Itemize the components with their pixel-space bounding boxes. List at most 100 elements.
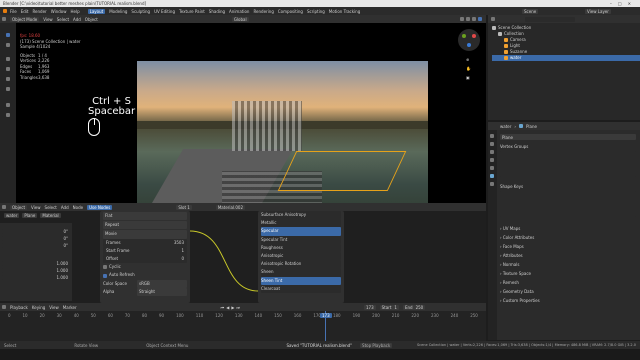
tab-rendering[interactable]: Rendering: [253, 9, 273, 14]
camera-view-icon[interactable]: ▣: [466, 73, 471, 82]
auto-refresh-checkbox[interactable]: Auto Refresh: [103, 271, 187, 279]
pan-icon[interactable]: ✋: [466, 64, 471, 73]
principled-bsdf-node[interactable]: Subsurface Anisotropy Metallic Specular …: [258, 211, 344, 303]
menu-file[interactable]: File: [10, 9, 17, 14]
timeline[interactable]: 0 10 20 30 40 50 60 70 80 90 100 110 120 130 140 150 160…: [0, 311, 486, 341]
move-tool-icon[interactable]: [6, 57, 10, 61]
outliner-type-icon[interactable]: [491, 17, 495, 21]
timeline-menu-view[interactable]: View: [49, 305, 59, 310]
rotation-y-field[interactable]: 0°: [2, 236, 68, 241]
source-select[interactable]: Movie: [103, 230, 187, 239]
rendered-shading-icon[interactable]: [478, 17, 482, 21]
scale-y-field[interactable]: 1.000: [2, 268, 68, 273]
breadcrumb-plane[interactable]: Plane: [22, 213, 38, 218]
slot-selector[interactable]: Slot 1: [176, 204, 192, 210]
timeline-type-icon[interactable]: [2, 305, 6, 309]
panel-texture-space[interactable]: › Texture Space: [500, 269, 636, 278]
measure-tool-icon[interactable]: [6, 113, 10, 117]
panel-face-maps[interactable]: › Face Maps: [500, 242, 636, 251]
panel-custom-properties[interactable]: › Custom Properties: [500, 296, 636, 305]
frames-field[interactable]: Frames 3503: [103, 238, 187, 247]
end-frame-input[interactable]: End 250: [402, 304, 426, 310]
bsdf-anisotropic[interactable]: Anisotropic: [261, 252, 341, 261]
viewport-menu-add[interactable]: Add: [73, 17, 81, 22]
blender-logo-icon[interactable]: [3, 9, 7, 13]
mode-selector[interactable]: Object Mode: [10, 16, 40, 22]
tab-animation[interactable]: Animation: [229, 9, 249, 14]
tab-modeling[interactable]: Modeling: [109, 9, 127, 14]
jump-start-icon[interactable]: ⏮: [221, 305, 225, 310]
orientation-selector[interactable]: Global: [231, 16, 249, 22]
viewport-menu-select[interactable]: Select: [57, 17, 69, 22]
bsdf-anisotropic-rotation[interactable]: Anisotropic Rotation: [261, 260, 341, 269]
data-tab-icon[interactable]: [490, 174, 494, 178]
tab-uv-editing[interactable]: UV Editing: [154, 9, 175, 14]
cursor-tool-icon[interactable]: [6, 43, 10, 47]
zoom-icon[interactable]: ⊕: [466, 55, 471, 64]
node-editor-type-icon[interactable]: [2, 205, 6, 209]
jump-end-icon[interactable]: ⏭: [236, 305, 240, 310]
material-tab-icon[interactable]: [490, 182, 494, 186]
breadcrumb-material[interactable]: Material: [40, 213, 61, 218]
rotate-tool-icon[interactable]: [6, 67, 10, 71]
use-nodes-toggle[interactable]: Use Nodes: [87, 204, 113, 210]
panel-color-attributes[interactable]: › Color Attributes: [500, 233, 636, 242]
tab-compositing[interactable]: Compositing: [278, 9, 303, 14]
render-tab-icon[interactable]: [490, 142, 494, 146]
bsdf-specular[interactable]: Specular: [261, 227, 341, 236]
bsdf-sheen[interactable]: Sheen: [261, 268, 341, 277]
select-tool-icon[interactable]: [6, 33, 10, 37]
timeline-menu-keying[interactable]: Keying: [32, 305, 45, 310]
material-shading-icon[interactable]: [472, 17, 476, 21]
tab-layout[interactable]: Layout: [87, 8, 106, 14]
current-frame-field[interactable]: 173: [364, 304, 376, 310]
transform-tool-icon[interactable]: [6, 87, 10, 91]
outliner-search-input[interactable]: [525, 16, 575, 22]
menu-render[interactable]: Render: [32, 9, 46, 14]
viewport-menu-view[interactable]: View: [43, 17, 53, 22]
3d-viewport[interactable]: fps: 18.60 (173) Scene Collection | wate…: [0, 23, 486, 226]
object-tab-icon[interactable]: [490, 166, 494, 170]
node-object-selector[interactable]: Object: [10, 204, 28, 210]
rotation-x-field[interactable]: 0°: [2, 229, 68, 234]
node-menu-view[interactable]: View: [31, 205, 41, 210]
start-frame-field[interactable]: Start Frame 1: [103, 246, 187, 256]
scene-selector[interactable]: Scene: [522, 8, 539, 14]
cyclic-checkbox[interactable]: Cyclic: [103, 263, 187, 271]
panel-uv-maps[interactable]: › UV Maps: [500, 224, 636, 233]
bsdf-metallic[interactable]: Metallic: [261, 219, 341, 228]
tab-sculpting[interactable]: Sculpting: [131, 9, 150, 14]
bsdf-sheen-tint[interactable]: Sheen Tint: [261, 276, 341, 285]
view-layer-selector[interactable]: View Layer: [585, 8, 611, 14]
timeline-menu-playback[interactable]: Playback: [10, 305, 28, 310]
bsdf-specular-tint[interactable]: Specular Tint: [261, 235, 341, 244]
panel-remesh[interactable]: › Remesh: [500, 278, 636, 287]
panel-shape-keys[interactable]: Shape Keys: [500, 184, 636, 217]
wireframe-shading-icon[interactable]: [460, 17, 464, 21]
x-axis-icon[interactable]: [472, 34, 476, 38]
image-texture-node[interactable]: Flat Repeat Movie Frames 3503 Start Frame…: [100, 211, 190, 303]
data-name-field[interactable]: Plane: [500, 134, 636, 140]
z-axis-icon[interactable]: [467, 43, 471, 47]
panel-geometry-data[interactable]: › Geometry Data: [500, 287, 636, 296]
timeline-menu-marker[interactable]: Marker: [63, 305, 77, 310]
window-controls[interactable]: –□✕: [610, 1, 637, 6]
annotate-tool-icon[interactable]: [6, 103, 10, 107]
play-icon[interactable]: ▶: [231, 305, 234, 310]
bsdf-clearcoat[interactable]: Clearcoat: [261, 284, 341, 294]
node-menu-select[interactable]: Select: [45, 205, 57, 210]
start-frame-input[interactable]: Start 1: [379, 304, 399, 310]
material-selector[interactable]: Material.002: [215, 204, 245, 210]
viewport-menu-object[interactable]: Object: [85, 17, 98, 22]
bsdf-subsurface-anisotropy[interactable]: Subsurface Anisotropy: [261, 211, 341, 220]
tool-tab-icon[interactable]: [490, 134, 494, 138]
breadcrumb-object[interactable]: water: [4, 213, 20, 218]
projection-select[interactable]: Flat: [103, 212, 187, 221]
rotation-z-field[interactable]: 0°: [2, 243, 68, 248]
panel-vertex-groups[interactable]: Vertex Groups: [500, 144, 636, 177]
panel-normals[interactable]: › Normals: [500, 260, 636, 269]
tab-texture-paint[interactable]: Texture Paint: [179, 9, 205, 14]
solid-shading-icon[interactable]: [466, 17, 470, 21]
node-menu-node[interactable]: Node: [73, 205, 83, 210]
node-editor[interactable]: water Plane Material 0° 0° 0° 1.000 1.00…: [0, 211, 486, 303]
